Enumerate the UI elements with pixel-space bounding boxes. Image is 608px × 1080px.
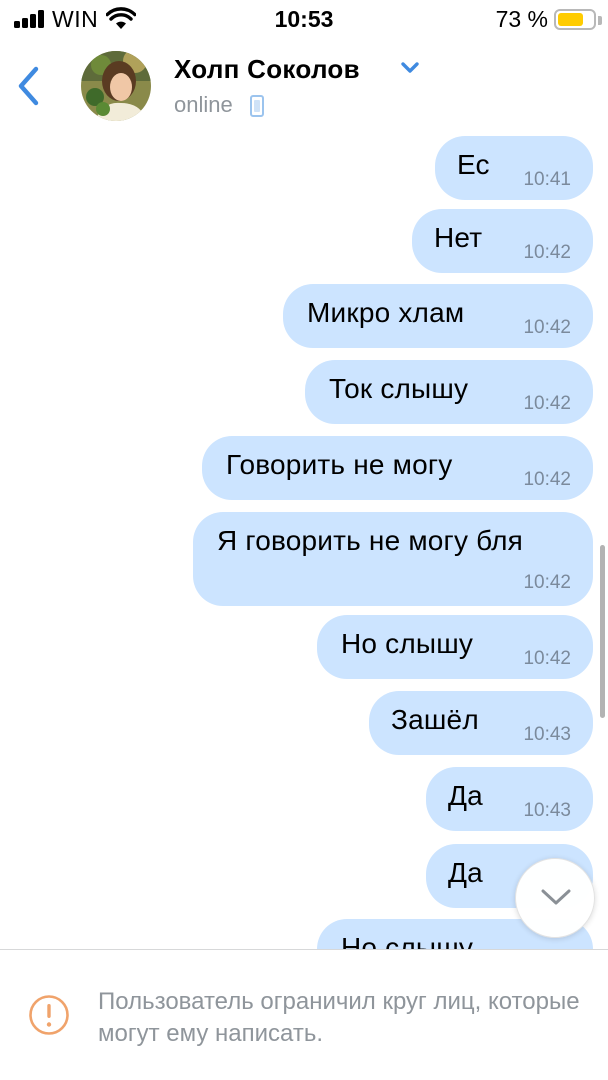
chat-header: Холп Соколов online bbox=[0, 40, 608, 136]
message-text: Ток слышу bbox=[329, 373, 469, 404]
message-text: Ес bbox=[457, 149, 490, 180]
contact-status: online bbox=[174, 92, 233, 117]
message-bubble[interactable]: Ес 10:41 bbox=[435, 136, 593, 200]
battery-percent: 73 % bbox=[495, 6, 548, 32]
message-text: Но слышу bbox=[341, 932, 474, 949]
message-text: Я говорить не могу бля bbox=[217, 525, 524, 556]
scroll-indicator[interactable] bbox=[600, 545, 605, 718]
message-text: Зашёл bbox=[391, 704, 479, 735]
message-bubble[interactable]: Ток слышу 10:42 bbox=[305, 360, 593, 424]
message-text: Говорить не могу bbox=[226, 449, 453, 480]
warning-icon bbox=[29, 995, 69, 1035]
restriction-notice: Пользователь ограничил круг лиц, которые… bbox=[0, 949, 608, 1080]
message-time: 10:42 bbox=[523, 317, 571, 338]
message-text: Да bbox=[448, 780, 483, 811]
scroll-down-button[interactable] bbox=[515, 858, 595, 938]
message-bubble[interactable]: Я говорить не могу бля 10:42 bbox=[193, 512, 593, 606]
message-time: 10:41 bbox=[523, 169, 571, 190]
message-text: Микро хлам bbox=[307, 297, 465, 328]
message-time: 10:42 bbox=[523, 393, 571, 414]
battery-tip bbox=[598, 16, 602, 25]
avatar-photo bbox=[81, 51, 151, 121]
message-list[interactable]: Ес 10:41 Нет 10:42 Микро хлам 10:42 Ток … bbox=[0, 136, 608, 949]
mobile-phone-icon bbox=[250, 95, 264, 117]
message-text: Да bbox=[448, 857, 483, 888]
message-bubble[interactable]: Но слышу 10:42 bbox=[317, 615, 593, 679]
contact-name[interactable]: Холп Соколов bbox=[174, 54, 360, 85]
chevron-left-icon bbox=[18, 66, 39, 106]
message-bubble[interactable]: Микро хлам 10:42 bbox=[283, 284, 593, 348]
avatar[interactable] bbox=[81, 51, 151, 121]
message-time: 10:42 bbox=[523, 572, 571, 593]
message-bubble[interactable]: Нет 10:42 bbox=[412, 209, 593, 273]
message-text: Нет bbox=[434, 222, 483, 253]
message-bubble[interactable]: Зашёл 10:43 bbox=[369, 691, 593, 755]
message-bubble[interactable]: Говорить не могу 10:42 bbox=[202, 436, 593, 500]
battery-icon bbox=[554, 9, 596, 30]
message-text: Но слышу bbox=[341, 628, 474, 659]
status-bar: WIN 10:53 73 % bbox=[0, 0, 608, 40]
message-time: 10:42 bbox=[523, 648, 571, 669]
message-time: 10:42 bbox=[523, 469, 571, 490]
chevron-down-icon[interactable] bbox=[399, 60, 421, 76]
notice-text: Пользователь ограничил круг лиц, которые… bbox=[98, 988, 580, 1047]
chevron-down-icon bbox=[541, 889, 571, 905]
message-time: 10:43 bbox=[523, 724, 571, 745]
message-bubble[interactable]: Да 10:43 bbox=[426, 767, 593, 831]
back-button[interactable] bbox=[8, 60, 52, 112]
message-time: 10:43 bbox=[523, 800, 571, 821]
message-time: 10:42 bbox=[523, 242, 571, 263]
